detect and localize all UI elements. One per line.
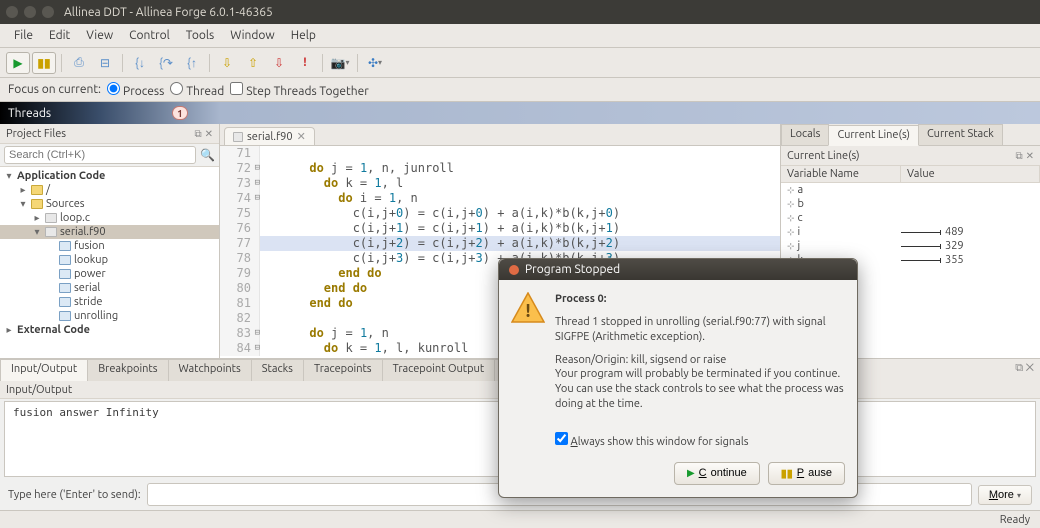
code-line-72[interactable]: 72⊟ do j = 1, n, junroll bbox=[220, 161, 780, 176]
threads-bar[interactable]: Threads 1 bbox=[0, 102, 1040, 124]
var-row-i[interactable]: ⊹i489 bbox=[781, 225, 1040, 239]
status-ready: Ready bbox=[1000, 514, 1030, 526]
project-files-panel: Project Files ⧉✕ 🔍 ▾Application Code ▸/ … bbox=[0, 124, 220, 358]
close-tab-icon[interactable]: ✕ bbox=[297, 130, 306, 143]
menu-window[interactable]: Window bbox=[222, 26, 282, 45]
step-down-yellow-button[interactable]: ⇩ bbox=[215, 52, 239, 74]
code-line-76[interactable]: 76 c(i,j+1) = c(i,j+1) + a(i,k)*b(k,j+1) bbox=[220, 221, 780, 236]
step-into-button[interactable]: {↓ bbox=[128, 52, 152, 74]
step-down-red-button[interactable]: ⇩ bbox=[267, 52, 291, 74]
close-panel-icon[interactable]: ✕ bbox=[1026, 362, 1034, 374]
focus-bar: Focus on current: Process Thread Step Th… bbox=[0, 78, 1040, 102]
titlebar: Allinea DDT - Allinea Forge 6.0.1-46365 bbox=[0, 0, 1040, 24]
variables-header: Variable NameValue bbox=[781, 166, 1040, 183]
tab-tracepoint-output[interactable]: Tracepoint Output bbox=[382, 359, 496, 381]
tab-tracepoints[interactable]: Tracepoints bbox=[303, 359, 383, 381]
tab-watchpoints[interactable]: Watchpoints bbox=[168, 359, 252, 381]
undock-icon[interactable]: ⧉ bbox=[1015, 362, 1023, 374]
program-stopped-dialog: Program Stopped ! Process 0: Thread 1 st… bbox=[498, 258, 858, 498]
tab-current-stack[interactable]: Current Stack bbox=[918, 124, 1003, 145]
minimize-window-icon[interactable] bbox=[24, 6, 36, 18]
tab-stacks[interactable]: Stacks bbox=[251, 359, 304, 381]
close-window-icon[interactable] bbox=[6, 6, 18, 18]
tree-root-folder[interactable]: ▸/ bbox=[0, 183, 219, 197]
tab-io[interactable]: Input/Output bbox=[0, 359, 88, 381]
step-over-button[interactable]: {↷ bbox=[154, 52, 178, 74]
add-breakpoint-button[interactable]: ⎙ bbox=[67, 52, 91, 74]
code-line-73[interactable]: 73⊟ do k = 1, l bbox=[220, 176, 780, 191]
step-threads-together-checkbox[interactable]: Step Threads Together bbox=[230, 82, 369, 98]
menu-control[interactable]: Control bbox=[121, 26, 178, 45]
var-row-c[interactable]: ⊹c bbox=[781, 211, 1040, 225]
var-row-b[interactable]: ⊹b bbox=[781, 197, 1040, 211]
undock-icon[interactable]: ⧉ bbox=[194, 128, 201, 140]
io-input-label: Type here ('Enter' to send): bbox=[8, 489, 141, 501]
step-out-button[interactable]: {↑ bbox=[180, 52, 204, 74]
continue-button[interactable]: ▶Continue bbox=[674, 462, 760, 485]
dialog-close-icon[interactable] bbox=[509, 265, 519, 275]
tab-breakpoints[interactable]: Breakpoints bbox=[87, 359, 168, 381]
tree-sources-folder[interactable]: ▾Sources bbox=[0, 197, 219, 211]
toolbar: ▶ ▮▮ ⎙ ⊟ {↓ {↷ {↑ ⇩ ⇧ ⇩ ! 📷▾ ✣▾ bbox=[0, 48, 1040, 78]
threads-label: Threads bbox=[8, 107, 51, 120]
code-line-75[interactable]: 75 c(i,j+0) = c(i,j+0) + a(i,k)*b(k,j+0) bbox=[220, 206, 780, 221]
tree-sub-lookup[interactable]: lookup bbox=[0, 253, 219, 267]
tab-serial-f90[interactable]: serial.f90 ✕ bbox=[224, 127, 315, 145]
step-up-yellow-button[interactable]: ⇧ bbox=[241, 52, 265, 74]
more-button[interactable]: More ▾ bbox=[978, 485, 1032, 505]
close-panel-icon[interactable]: ✕ bbox=[205, 128, 213, 140]
statusbar: Ready bbox=[0, 510, 1040, 528]
warning-icon: ! bbox=[511, 292, 545, 324]
tree-application-code[interactable]: ▾Application Code bbox=[0, 169, 219, 183]
tab-locals[interactable]: Locals bbox=[781, 124, 829, 145]
right-tabs: Locals Current Line(s) Current Stack bbox=[781, 124, 1040, 146]
code-line-71[interactable]: 71 bbox=[220, 146, 780, 161]
code-line-77[interactable]: 77 c(i,j+2) = c(i,j+2) + a(i,k)*b(k,j+2) bbox=[220, 236, 780, 251]
menu-edit[interactable]: Edit bbox=[41, 26, 78, 45]
tree-sub-stride[interactable]: stride bbox=[0, 295, 219, 309]
tree-file-loopc[interactable]: ▸loop.c bbox=[0, 211, 219, 225]
remove-breakpoint-button[interactable]: ⊟ bbox=[93, 52, 117, 74]
current-lines-header: Current Line(s) ⧉✕ bbox=[781, 146, 1040, 166]
project-tree[interactable]: ▾Application Code ▸/ ▾Sources ▸loop.c ▾s… bbox=[0, 167, 219, 358]
close-panel-icon[interactable]: ✕ bbox=[1026, 150, 1034, 162]
always-show-checkbox[interactable]: Always show this window for signals bbox=[555, 432, 749, 448]
undock-icon[interactable]: ⧉ bbox=[1015, 150, 1022, 162]
tools-dropdown-button[interactable]: ✣▾ bbox=[363, 52, 387, 74]
pause-dialog-button[interactable]: ▮▮Pause bbox=[768, 462, 845, 485]
focus-process-radio[interactable]: Process bbox=[107, 82, 164, 98]
project-files-header: Project Files ⧉✕ bbox=[0, 124, 219, 144]
focus-thread-radio[interactable]: Thread bbox=[170, 82, 224, 98]
maximize-window-icon[interactable] bbox=[42, 6, 54, 18]
search-input[interactable] bbox=[4, 146, 196, 164]
snapshot-button[interactable]: 📷▾ bbox=[328, 52, 352, 74]
search-icon[interactable]: 🔍 bbox=[200, 148, 215, 162]
tree-sub-fusion[interactable]: fusion bbox=[0, 239, 219, 253]
menu-file[interactable]: File bbox=[6, 26, 41, 45]
stop-button[interactable]: ! bbox=[293, 52, 317, 74]
editor-tabs: serial.f90 ✕ bbox=[220, 124, 780, 146]
thread-count-badge: 1 bbox=[172, 106, 188, 120]
menu-view[interactable]: View bbox=[78, 26, 121, 45]
tree-sub-unrolling[interactable]: unrolling bbox=[0, 309, 219, 323]
dialog-title[interactable]: Program Stopped bbox=[499, 259, 857, 280]
svg-text:!: ! bbox=[525, 301, 530, 321]
menu-help[interactable]: Help bbox=[283, 26, 324, 45]
dialog-text: Process 0: Thread 1 stopped in unrolling… bbox=[555, 292, 845, 420]
menubar: File Edit View Control Tools Window Help bbox=[0, 24, 1040, 48]
code-line-74[interactable]: 74⊟ do i = 1, n bbox=[220, 191, 780, 206]
window-controls bbox=[6, 6, 54, 18]
tree-file-serial[interactable]: ▾serial.f90 bbox=[0, 225, 219, 239]
pause-button[interactable]: ▮▮ bbox=[32, 52, 56, 74]
tab-current-lines[interactable]: Current Line(s) bbox=[828, 125, 919, 146]
tree-external-code[interactable]: ▸External Code bbox=[0, 323, 219, 337]
menu-tools[interactable]: Tools bbox=[178, 26, 223, 45]
var-row-a[interactable]: ⊹a bbox=[781, 183, 1040, 197]
var-row-j[interactable]: ⊹j329 bbox=[781, 239, 1040, 253]
run-button[interactable]: ▶ bbox=[6, 52, 30, 74]
tree-sub-serial[interactable]: serial bbox=[0, 281, 219, 295]
window-title: Allinea DDT - Allinea Forge 6.0.1-46365 bbox=[64, 6, 273, 19]
tree-sub-power[interactable]: power bbox=[0, 267, 219, 281]
focus-label: Focus on current: bbox=[8, 83, 101, 96]
